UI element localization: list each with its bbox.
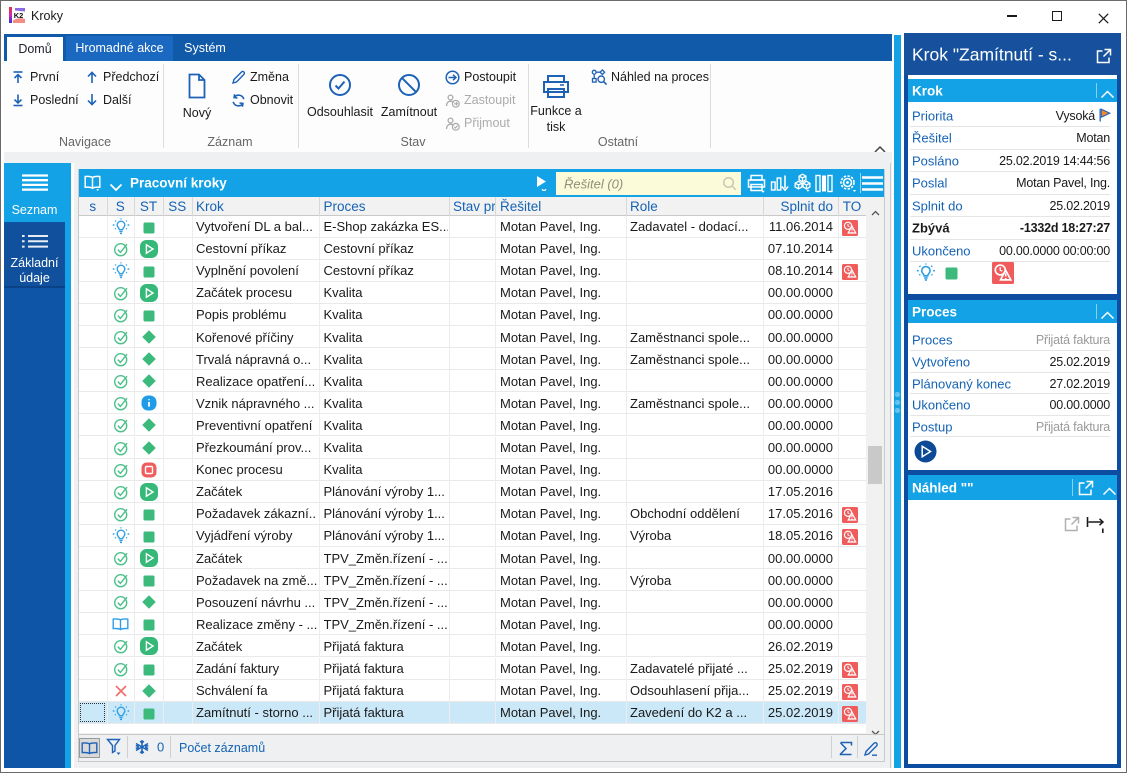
svg-text:K2: K2 bbox=[14, 11, 24, 20]
